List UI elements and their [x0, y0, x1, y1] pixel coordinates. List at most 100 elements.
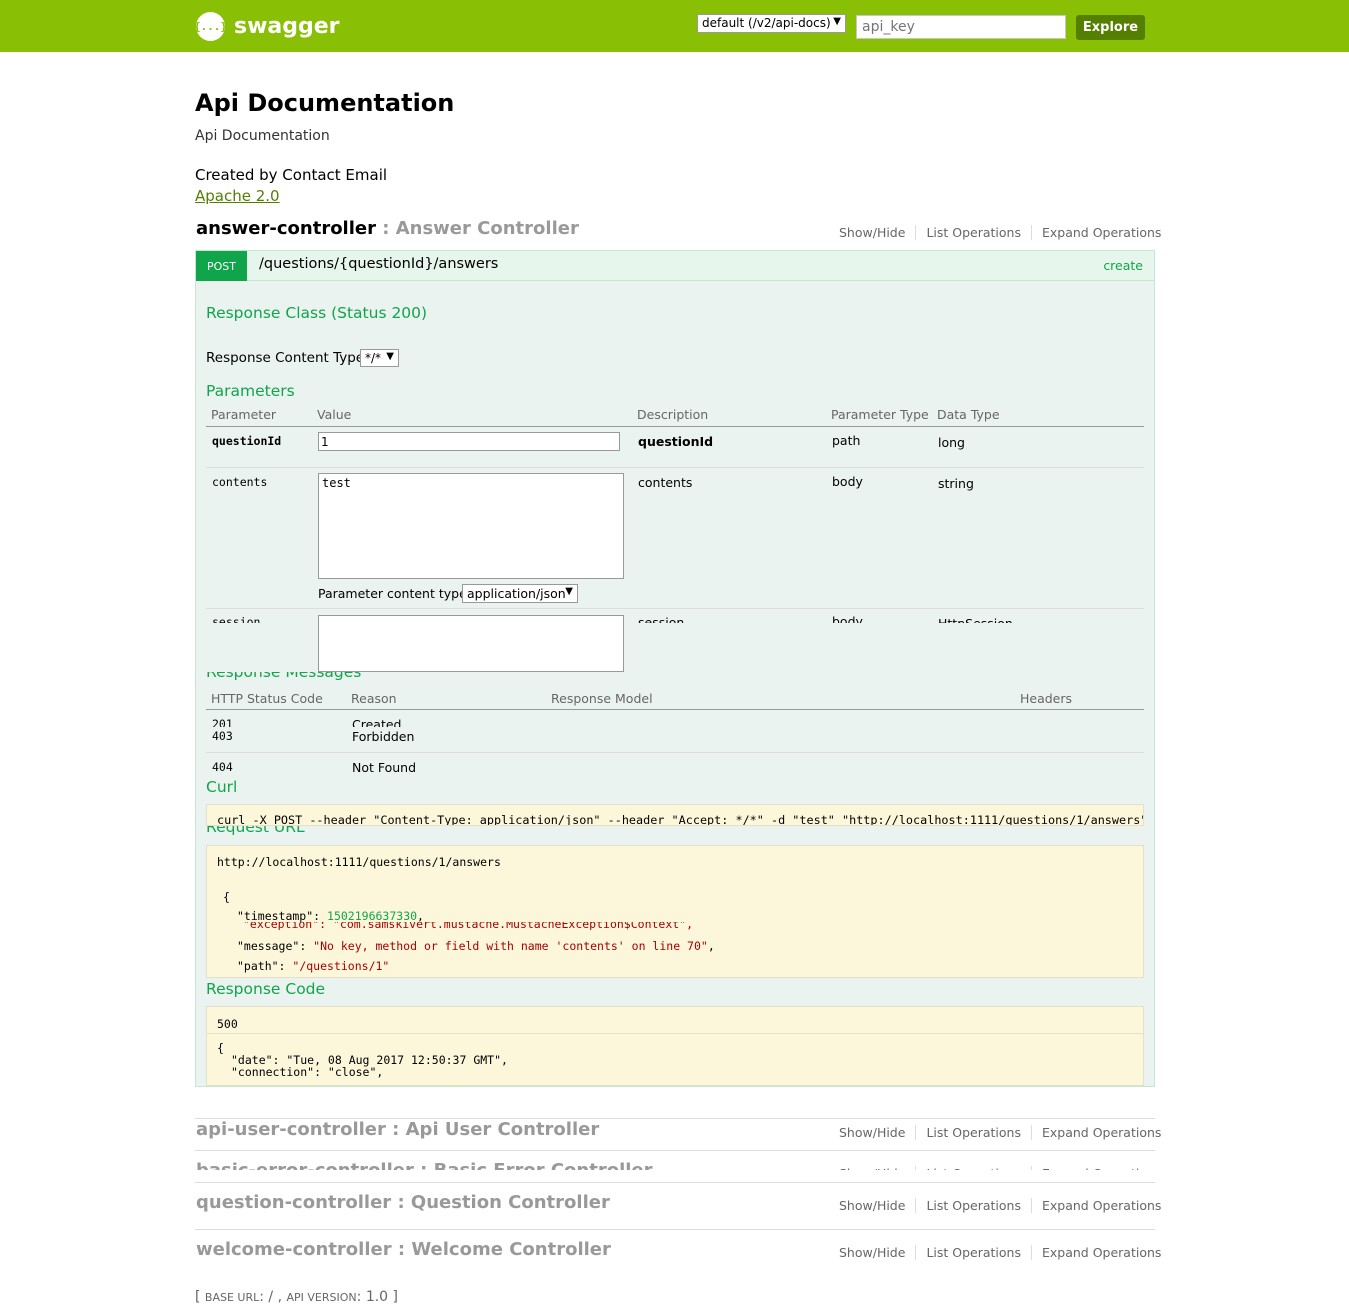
json-string: "/questions/1"	[292, 959, 390, 973]
swagger-logo-text: swagger	[234, 14, 340, 39]
param-description: contents	[638, 475, 693, 490]
param-value-input-questionId[interactable]	[318, 432, 620, 451]
param-body-textarea-session[interactable]	[318, 615, 624, 672]
expand-operations-link[interactable]: Expand Operations	[1032, 1125, 1161, 1140]
show-hide-link[interactable]: Show/Hide	[829, 1166, 917, 1170]
response-class-heading: Response Class (Status 200)	[206, 304, 428, 322]
divider	[195, 1182, 1155, 1183]
api-description: Api Documentation	[195, 128, 330, 144]
param-data-type: HttpSession	[938, 616, 1013, 623]
response-row-201: 201 Created	[196, 717, 1154, 727]
resource-description: Question Controller	[410, 1192, 610, 1213]
response-body-path: "path": "/questions/1"	[237, 959, 390, 973]
api-version-value: 1.0	[365, 1289, 389, 1305]
response-code-band	[196, 978, 1154, 1006]
response-body-timestamp: "timestamp": 1502196637330,	[237, 909, 424, 923]
param-col-header: Description	[637, 407, 709, 422]
resource-heading-answer-controller[interactable]: answer-controller : Answer Controller	[196, 218, 579, 239]
response-body-exception-clip: "exception": "com.samskivert.mustache.Mu…	[237, 922, 837, 930]
resource-options-question-controller: Show/Hide List Operations Expand Operati…	[829, 1198, 1161, 1213]
list-operations-link[interactable]: List Operations	[916, 1198, 1032, 1213]
dropdown-arrow-icon: ▼	[833, 16, 841, 27]
request-url: http://localhost:1111/questions/1/answer…	[217, 855, 501, 869]
param-name: questionId	[212, 434, 282, 448]
resource-row-basic-error-controller[interactable]: basic-error-controller : Basic Error Con…	[195, 1160, 1155, 1170]
list-operations-link[interactable]: List Operations	[916, 1166, 1032, 1170]
resource-heading-question-controller[interactable]: question-controller : Question Controlle…	[196, 1192, 610, 1213]
response-content-type-select[interactable]: */* ▼	[360, 349, 399, 367]
list-operations-link[interactable]: List Operations	[916, 225, 1032, 240]
json-number: 1502196637330	[327, 909, 418, 923]
show-hide-link[interactable]: Show/Hide	[829, 1245, 917, 1260]
divider	[206, 467, 1144, 468]
curl-heading: Curl	[206, 778, 238, 796]
show-hide-link[interactable]: Show/Hide	[829, 225, 917, 240]
operation-heading[interactable]: POST /questions/{questionId}/answers cre…	[196, 251, 1154, 281]
divider	[206, 709, 1144, 710]
expand-operations-link[interactable]: Expand Operations	[1032, 225, 1161, 240]
resource-description: Basic Error Controller	[434, 1160, 653, 1170]
divider	[195, 1150, 1155, 1151]
base-url-footer: [ BASE URL: / , API VERSION: 1.0 ]	[195, 1289, 398, 1305]
response-body-open-brace: {	[223, 890, 230, 904]
param-type: path	[832, 433, 861, 448]
resource-name: basic-error-controller	[196, 1160, 414, 1170]
response-col-header: Headers	[1020, 691, 1073, 706]
param-data-type: string	[938, 476, 974, 491]
resource-options-welcome-controller: Show/Hide List Operations Expand Operati…	[829, 1245, 1161, 1260]
spec-url-select-value: default (/v2/api-docs)	[702, 16, 831, 30]
resource-options-answer-controller: Show/Hide List Operations Expand Operati…	[829, 225, 1161, 240]
resource-description: Api User Controller	[405, 1119, 600, 1140]
operation-path[interactable]: /questions/{questionId}/answers	[259, 256, 498, 272]
response-col-header: Reason	[351, 691, 397, 706]
explore-button[interactable]: Explore	[1076, 15, 1145, 40]
param-content-type-select[interactable]: application/json ▼	[462, 584, 578, 603]
list-operations-link[interactable]: List Operations	[916, 1125, 1032, 1140]
resource-separator: :	[385, 1119, 406, 1140]
operation-post-answers: POST /questions/{questionId}/answers cre…	[195, 250, 1155, 1087]
resource-separator: :	[414, 1160, 434, 1170]
expand-operations-link[interactable]: Expand Operations	[1032, 1245, 1161, 1260]
response-content-type-value: */*	[365, 351, 382, 365]
param-description: session	[638, 615, 685, 623]
http-method-badge[interactable]: POST	[196, 251, 247, 281]
param-col-header: Parameter Type	[831, 407, 929, 422]
resource-heading-welcome-controller[interactable]: welcome-controller : Welcome Controller	[196, 1239, 611, 1260]
api-license-link[interactable]: Apache 2.0	[195, 187, 280, 205]
list-operations-link[interactable]: List Operations	[916, 1245, 1032, 1260]
response-header-connection: "connection": "close",	[231, 1065, 384, 1079]
resource-options-basic-error-controller: Show/Hide List Operations Expand Operati…	[829, 1166, 1155, 1170]
param-col-header: Data Type	[937, 407, 1000, 422]
response-code-heading: Response Code	[206, 980, 326, 998]
response-code: 404	[212, 760, 233, 774]
resource-options-api-user-controller: Show/Hide List Operations Expand Operati…	[829, 1125, 1161, 1140]
swagger-logo[interactable]: {...} swagger	[194, 12, 340, 41]
param-body-textarea-contents[interactable]: test	[318, 473, 624, 579]
response-body-exception: "exception": "com.samskivert.mustache.Mu…	[243, 922, 694, 930]
json-key: "timestamp"	[237, 909, 314, 923]
resource-name: api-user-controller	[196, 1119, 386, 1140]
spec-url-select[interactable]: default (/v2/api-docs) ▼	[697, 14, 846, 33]
param-col-header: Parameter	[211, 407, 277, 422]
param-description: questionId	[638, 434, 714, 449]
show-hide-link[interactable]: Show/Hide	[829, 1198, 917, 1213]
response-reason: Forbidden	[352, 729, 415, 744]
resource-name: answer-controller	[196, 218, 376, 239]
api-key-input[interactable]	[856, 15, 1066, 39]
api-contact-link[interactable]: Created by Contact Email	[195, 166, 387, 184]
resource-heading-api-user-controller[interactable]: api-user-controller : Api User Controlle…	[196, 1119, 599, 1140]
curl-command: curl -X POST --header "Content-Type: app…	[217, 813, 1144, 826]
param-type: body	[832, 614, 863, 623]
dropdown-arrow-icon: ▼	[565, 586, 573, 597]
divider	[206, 426, 1144, 427]
expand-operations-link[interactable]: Expand Operations	[1032, 1198, 1161, 1213]
operation-summary[interactable]: create	[1103, 258, 1143, 273]
expand-operations-link[interactable]: Expand Operations	[1032, 1166, 1155, 1170]
divider	[207, 1033, 1143, 1034]
swagger-logo-icon: {...}	[194, 12, 227, 41]
top-bar: {...} swagger default (/v2/api-docs) ▼ E…	[0, 0, 1349, 52]
resource-separator: :	[391, 1239, 412, 1260]
response-col-header: HTTP Status Code	[211, 691, 323, 706]
response-content-type-label: Response Content Type	[206, 350, 365, 366]
show-hide-link[interactable]: Show/Hide	[829, 1125, 917, 1140]
